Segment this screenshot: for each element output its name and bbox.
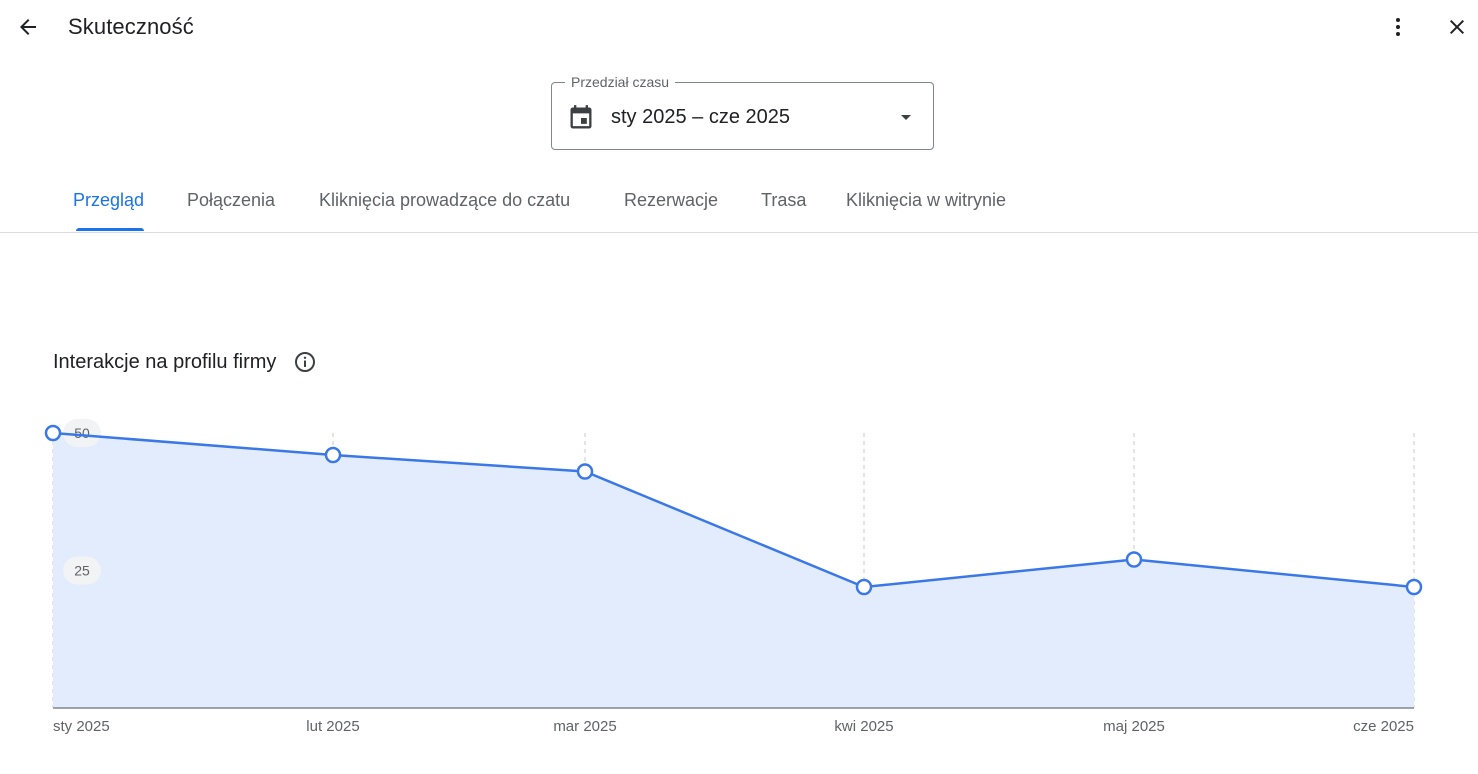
date-range-label: Przedział czasu bbox=[565, 74, 676, 90]
x-tick-label: sty 2025 bbox=[53, 718, 110, 735]
x-tick-label: lut 2025 bbox=[306, 718, 359, 735]
data-point[interactable] bbox=[576, 463, 594, 480]
date-range-select[interactable]: Przedział czasu sty 2025 – cze 2025 bbox=[551, 74, 934, 150]
tab-chat-clicks[interactable]: Kliknięcia prowadzące do czatu bbox=[319, 190, 570, 211]
header: Skuteczność bbox=[0, 0, 1478, 56]
data-point[interactable] bbox=[1405, 578, 1423, 596]
more-vert-icon bbox=[1396, 18, 1400, 36]
y-tick-label: 50 bbox=[74, 425, 90, 441]
tab-calls[interactable]: Połączenia bbox=[187, 190, 275, 211]
tab-bookings[interactable]: Rezerwacje bbox=[624, 190, 718, 211]
info-icon[interactable] bbox=[293, 350, 317, 374]
close-button[interactable] bbox=[1437, 7, 1477, 47]
tab-directions[interactable]: Trasa bbox=[761, 190, 806, 211]
y-tick-label: 25 bbox=[74, 563, 90, 579]
arrow-back-icon bbox=[20, 19, 36, 35]
performance-page: Skuteczność Przedział czasu sty 2025 – c… bbox=[0, 0, 1478, 774]
data-point[interactable] bbox=[855, 578, 873, 596]
active-tab-indicator bbox=[76, 228, 144, 231]
date-range-value: sty 2025 – cze 2025 bbox=[611, 106, 791, 128]
area-fill bbox=[53, 433, 1414, 708]
x-tick-label: mar 2025 bbox=[553, 718, 616, 735]
interactions-chart: 50 25 sty 2025 lut 2025 mar 2025 kwi 2025 maj… bbox=[44, 419, 1423, 735]
more-options-button[interactable] bbox=[1378, 7, 1418, 47]
data-point[interactable] bbox=[1125, 551, 1143, 568]
x-tick-label: maj 2025 bbox=[1103, 718, 1165, 735]
chart-title: Interakcje na profilu firmy bbox=[53, 351, 277, 373]
calendar-icon bbox=[570, 105, 592, 129]
arrow-drop-down-icon bbox=[901, 115, 911, 120]
tab-website-clicks[interactable]: Kliknięcia w witrynie bbox=[846, 190, 1006, 211]
tab-overview[interactable]: Przegląd bbox=[73, 190, 144, 211]
data-point[interactable] bbox=[44, 424, 62, 442]
x-tick-label: cze 2025 bbox=[1353, 718, 1414, 735]
back-button[interactable] bbox=[8, 7, 48, 47]
x-tick-label: kwi 2025 bbox=[834, 718, 893, 735]
page-title: Skuteczność bbox=[68, 14, 194, 39]
tab-bar: Przegląd Połączenia Kliknięcia prowadząc… bbox=[0, 180, 1478, 233]
close-icon bbox=[1450, 20, 1464, 34]
data-point[interactable] bbox=[324, 446, 342, 464]
